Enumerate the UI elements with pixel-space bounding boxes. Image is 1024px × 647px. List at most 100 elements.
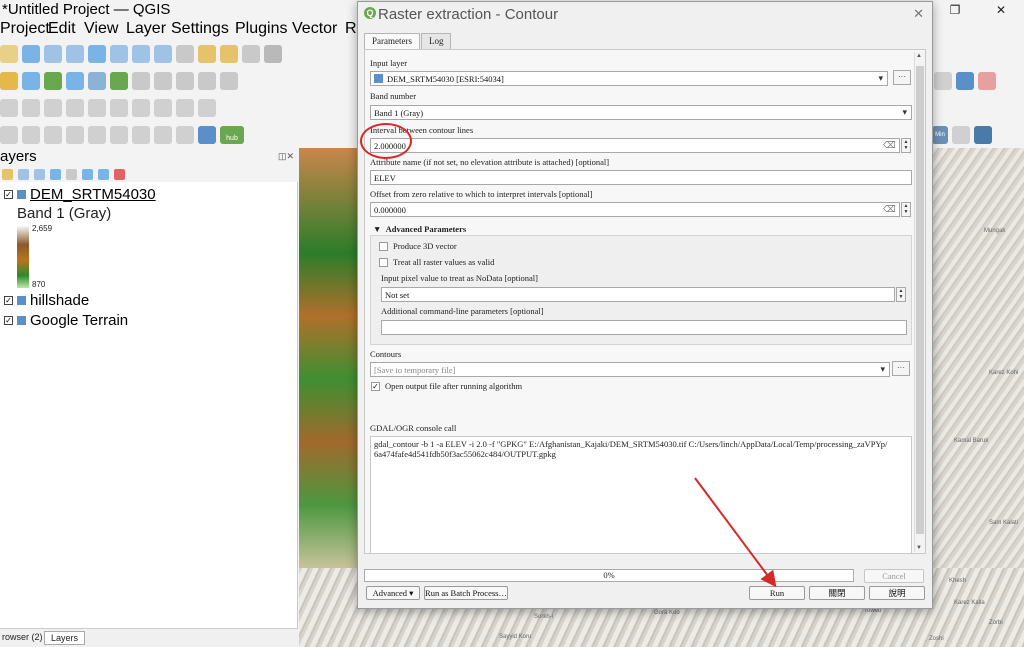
help-icon[interactable] <box>956 72 974 90</box>
close-button[interactable]: 關閉 <box>809 586 865 600</box>
reshape-icon[interactable] <box>198 72 216 90</box>
dialog-close-icon[interactable]: ✕ <box>913 6 924 22</box>
checkbox-box[interactable] <box>379 257 388 267</box>
zoom-selection-icon[interactable] <box>110 45 128 63</box>
layer-visibility-checkbox[interactable]: ✓ <box>4 190 13 199</box>
produce-3d-checkbox[interactable]: Produce 3D vector <box>379 241 457 251</box>
offset-input[interactable]: 0.000000 <box>370 202 900 217</box>
tab-log[interactable]: Log <box>420 33 452 50</box>
select-value-icon[interactable] <box>22 126 40 144</box>
clear-offset-icon[interactable]: ⌫ <box>883 204 896 215</box>
pan-icon[interactable] <box>0 45 18 63</box>
zoom-native-icon[interactable] <box>154 45 172 63</box>
offset-spinner[interactable]: ▲ ▼ <box>901 202 911 217</box>
deselect-icon[interactable] <box>44 126 62 144</box>
nodata-spinner[interactable]: ▲ ▼ <box>896 287 906 302</box>
maximize-button[interactable]: ❐ <box>932 0 978 20</box>
layer-item-google-terrain[interactable]: ✓ Google Terrain <box>4 312 128 329</box>
layer-name[interactable]: DEM_SRTM54030 <box>30 186 156 203</box>
map-tips-icon[interactable] <box>154 126 172 144</box>
collapse-all-icon[interactable] <box>98 168 109 180</box>
checkbox-box[interactable]: ✓ <box>371 381 380 391</box>
advanced-digitize-icon[interactable] <box>176 72 194 90</box>
menu-view[interactable]: View <box>84 20 118 38</box>
vertex-tool-icon[interactable] <box>22 72 40 90</box>
layer-visibility-checkbox[interactable]: ✓ <box>4 316 13 325</box>
layer-style-icon[interactable] <box>2 168 13 180</box>
menu-plugins[interactable]: Plugins <box>235 20 287 38</box>
extra-params-input[interactable] <box>381 320 907 335</box>
layer-item-dem[interactable]: ✓ DEM_SRTM54030 <box>4 186 156 203</box>
add-group-icon[interactable] <box>18 168 29 180</box>
change-label-icon[interactable] <box>110 99 128 117</box>
band-number-combo[interactable]: Band 1 (Gray) <box>370 105 912 120</box>
layer-visibility-checkbox[interactable]: ✓ <box>4 296 13 305</box>
tab-layers[interactable]: Layers <box>44 631 86 645</box>
toolbox-icon[interactable] <box>110 126 128 144</box>
layer-item-hillshade[interactable]: ✓ hillshade <box>4 292 89 309</box>
select-icon[interactable] <box>0 126 18 144</box>
stats-icon[interactable] <box>88 126 106 144</box>
contours-browse-button[interactable]: ··· <box>892 361 910 376</box>
label-icon[interactable] <box>0 99 18 117</box>
edit-tool-icon[interactable] <box>132 72 150 90</box>
temporal-icon[interactable] <box>264 45 282 63</box>
tab-browser[interactable]: rowser (2) <box>0 631 49 643</box>
rotate-label-icon[interactable] <box>88 99 106 117</box>
console-call-text[interactable]: gdal_contour -b 1 -a ELEV -i 2.0 -f "GPK… <box>370 436 912 553</box>
plugin-icon[interactable] <box>198 126 216 144</box>
advanced-dropdown-button[interactable]: Advanced ▾ <box>366 586 420 600</box>
scroll-thumb[interactable] <box>916 66 924 534</box>
browse-input-button[interactable]: ··· <box>893 70 911 85</box>
nodata-input[interactable]: Not set <box>381 287 895 302</box>
interval-spinner[interactable]: ▲ ▼ <box>901 138 911 153</box>
scroll-down-icon[interactable]: ▼ <box>916 545 922 551</box>
move-diagram-icon[interactable] <box>154 99 172 117</box>
locator-icon[interactable] <box>176 126 194 144</box>
measure-icon[interactable] <box>66 72 84 90</box>
unpinned-label-icon[interactable] <box>198 99 216 117</box>
add-point-icon[interactable] <box>44 72 62 90</box>
scroll-up-icon[interactable]: ▲ <box>916 53 922 59</box>
run-button[interactable]: Run <box>749 586 805 600</box>
close-window-button[interactable]: ✕ <box>978 0 1024 20</box>
digitize-icon[interactable] <box>0 72 18 90</box>
input-layer-combo[interactable]: DEM_SRTM54030 [ESRI:54034] <box>370 71 888 86</box>
filter-legend-icon[interactable] <box>66 168 77 180</box>
pan-to-selection-icon[interactable] <box>22 45 40 63</box>
attribute-input[interactable]: ELEV <box>370 170 912 185</box>
show-bookmarks-icon[interactable] <box>220 45 238 63</box>
move-label-icon[interactable] <box>66 99 84 117</box>
run-batch-button[interactable]: Run as Batch Process… <box>424 586 508 600</box>
contours-output-field[interactable]: [Save to temporary file] <box>370 362 890 377</box>
menu-layer[interactable]: Layer <box>126 20 166 38</box>
expand-all-icon[interactable] <box>82 168 93 180</box>
zoom-in-icon[interactable] <box>44 45 62 63</box>
checkbox-box[interactable] <box>379 241 388 251</box>
menu-edit[interactable]: Edit <box>48 20 76 38</box>
offset-icon[interactable] <box>220 72 238 90</box>
attributes-icon[interactable] <box>110 72 128 90</box>
parameters-scrollbar[interactable]: ▲ ▼ <box>914 52 925 552</box>
cancel-button[interactable]: Cancel <box>864 569 924 583</box>
show-label-icon[interactable] <box>44 99 62 117</box>
overflow-icon-2[interactable] <box>952 126 970 144</box>
field-calc-icon[interactable] <box>66 126 84 144</box>
diagram-icon[interactable] <box>132 99 150 117</box>
layer-name[interactable]: hillshade <box>30 292 89 309</box>
zoom-out-icon[interactable] <box>66 45 84 63</box>
filter-icon[interactable] <box>50 168 61 180</box>
label-options-icon[interactable] <box>176 99 194 117</box>
save-edits-icon[interactable] <box>154 72 172 90</box>
advanced-parameters-toggle[interactable]: ▼ Advanced Parameters <box>373 224 466 234</box>
remove-layer-icon[interactable] <box>114 168 125 180</box>
zoom-last-icon[interactable] <box>176 45 194 63</box>
crosshair-icon[interactable] <box>978 72 996 90</box>
menu-project[interactable]: Project <box>0 20 50 38</box>
overflow-icon[interactable] <box>934 72 952 90</box>
menu-settings[interactable]: Settings <box>171 20 229 38</box>
hub-icon[interactable]: hub <box>220 126 244 144</box>
layer-name[interactable]: Google Terrain <box>30 312 128 329</box>
new-bookmark-icon[interactable] <box>198 45 216 63</box>
tab-parameters[interactable]: Parameters <box>364 33 420 50</box>
